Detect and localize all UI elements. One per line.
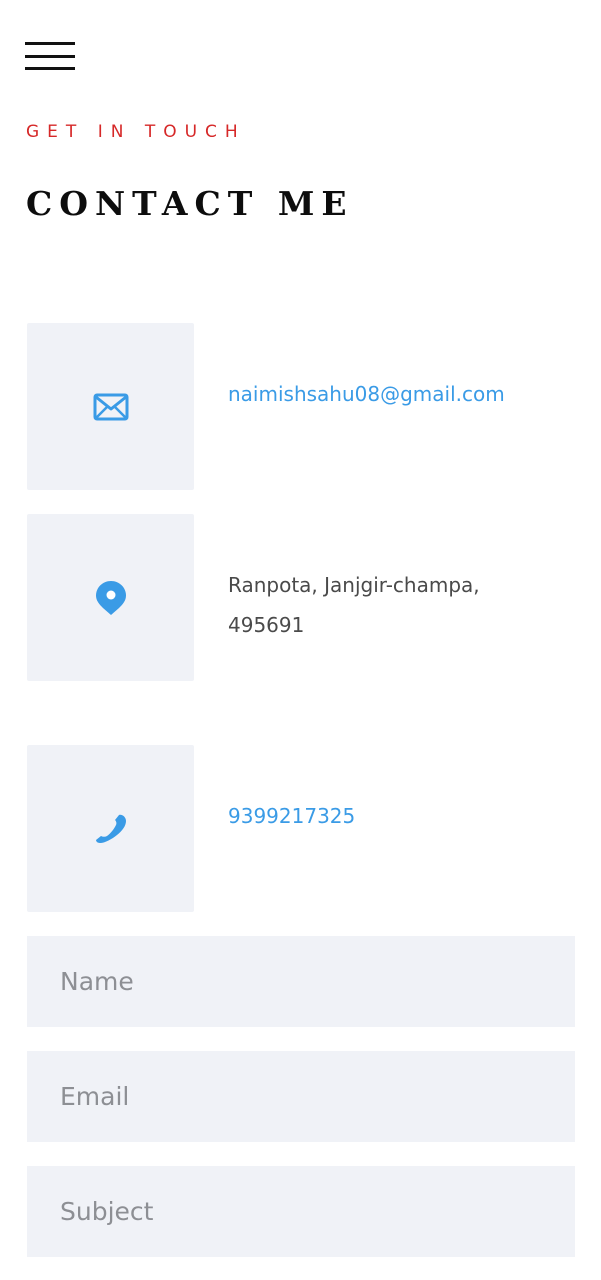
subject-field[interactable] <box>27 1166 575 1257</box>
address-line-1: Ranpota, Janjgir-champa, <box>228 573 480 597</box>
phone-icon <box>95 814 126 843</box>
name-field[interactable] <box>27 936 575 1027</box>
envelope-icon <box>93 393 128 420</box>
hamburger-menu-icon-bar-middle <box>25 54 75 58</box>
hamburger-menu-icon-bar-top <box>25 42 75 45</box>
address-line-2: 495691 <box>228 613 305 637</box>
section-kicker: GET IN TOUCH <box>26 122 246 142</box>
email-icon-box <box>27 323 194 490</box>
email-field[interactable] <box>27 1051 575 1142</box>
address-icon-box <box>27 514 194 681</box>
contact-address-text: Ranpota, Janjgir-champa, 495691 <box>228 565 558 645</box>
contact-email-link[interactable]: naimishsahu08@gmail.com <box>228 374 558 414</box>
page-title: CONTACT ME <box>26 184 354 223</box>
hamburger-menu-icon-bar-bottom <box>25 67 75 70</box>
phone-icon-box <box>27 745 194 912</box>
map-pin-icon <box>95 580 126 615</box>
hamburger-menu-button[interactable] <box>25 42 75 70</box>
contact-phone-link[interactable]: 9399217325 <box>228 796 558 836</box>
